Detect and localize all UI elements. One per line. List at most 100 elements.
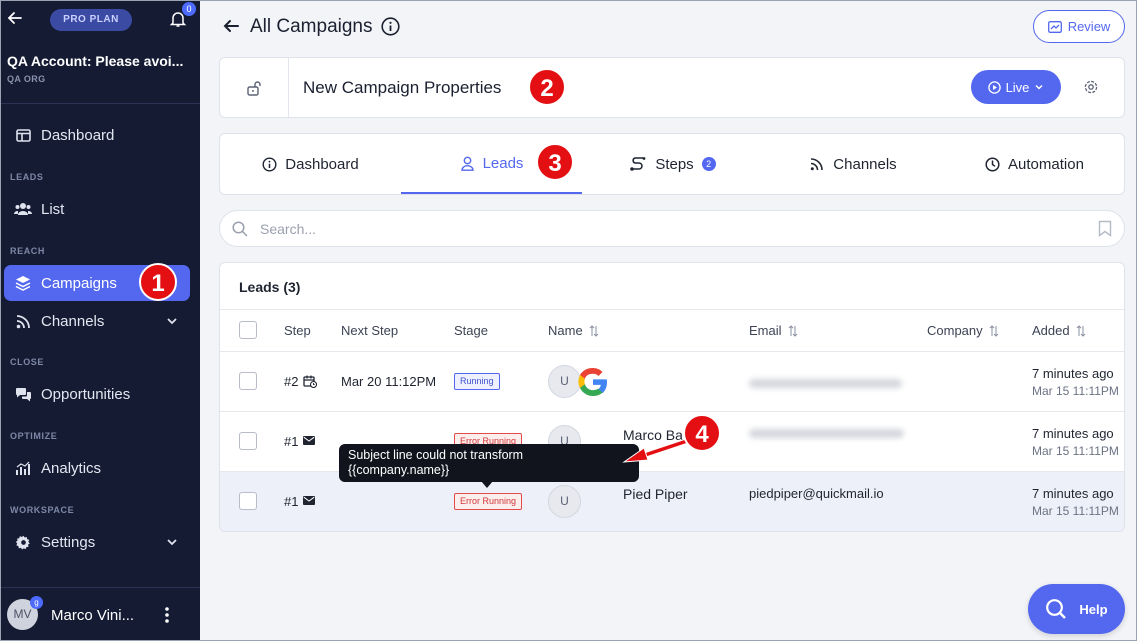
route-icon	[629, 156, 647, 172]
section-label-leads: LEADS	[10, 172, 44, 182]
stage-badge[interactable]: Error Running	[454, 493, 523, 510]
bar-chart-icon	[14, 459, 32, 477]
info-icon[interactable]	[381, 17, 400, 36]
table-header: Step Next Step Stage Name Email Company …	[220, 309, 1124, 352]
sort-icon[interactable]	[589, 324, 599, 337]
sort-icon[interactable]	[788, 324, 798, 337]
select-all-checkbox[interactable]	[239, 321, 257, 339]
sidebar-item-dashboard[interactable]: Dashboard	[4, 117, 190, 153]
sidebar-item-label: Channels	[41, 312, 105, 330]
live-status-button[interactable]: Live	[971, 70, 1061, 104]
campaign-tabs: Dashboard Leads Steps 2 Channels Automat…	[219, 133, 1125, 195]
tab-label: Channels	[833, 155, 897, 173]
back-arrow-icon[interactable]	[222, 17, 240, 35]
sidebar-item-label: Campaigns	[41, 274, 117, 292]
sidebar-item-label: Settings	[41, 533, 96, 551]
help-label: Help	[1079, 601, 1108, 617]
live-label: Live	[1005, 79, 1030, 95]
column-header-added[interactable]: Added	[1032, 323, 1086, 338]
row-checkbox[interactable]	[239, 432, 257, 450]
notification-count-badge: 0	[182, 2, 196, 16]
chat-bubbles-icon	[14, 385, 32, 403]
added-relative: 7 minutes ago	[1032, 486, 1114, 501]
campaign-title[interactable]: New Campaign Properties	[303, 78, 501, 98]
sidebar-item-settings[interactable]: Settings	[4, 524, 190, 560]
column-header-company[interactable]: Company	[927, 323, 999, 338]
user-icon	[460, 156, 475, 171]
step-cell: #1	[284, 434, 299, 449]
steps-count-badge: 2	[701, 157, 716, 171]
sidebar-item-label: List	[41, 200, 65, 218]
page-title: All Campaigns	[250, 16, 373, 37]
table-row[interactable]: #2 Mar 20 11:12PM Running U 7 minutes ag…	[220, 352, 1124, 412]
tab-label: Steps	[655, 155, 694, 173]
tab-channels[interactable]: Channels	[763, 134, 944, 194]
account-name[interactable]: QA Account: Please avoi...	[7, 53, 183, 69]
review-label: Review	[1067, 19, 1111, 34]
lock-toggle[interactable]	[220, 58, 289, 117]
sidebar-item-label: Dashboard	[41, 126, 115, 144]
sidebar-user[interactable]: MV g Marco Vini...	[1, 587, 200, 640]
search-icon	[1046, 599, 1067, 619]
play-circle-icon	[987, 80, 1001, 94]
google-logo-icon	[578, 367, 607, 397]
search-icon	[232, 221, 248, 237]
search-bar	[219, 210, 1125, 247]
sidebar-top: PRO PLAN 0	[1, 1, 200, 37]
chevron-down-icon[interactable]	[166, 315, 178, 327]
bookmark-icon[interactable]	[1098, 220, 1112, 237]
added-relative: 7 minutes ago	[1032, 426, 1114, 441]
tab-automation[interactable]: Automation	[944, 134, 1125, 194]
tab-label: Leads	[482, 154, 524, 172]
gear-icon[interactable]	[1083, 79, 1099, 95]
added-date: Mar 15 11:11PM	[1032, 504, 1119, 518]
info-icon	[262, 156, 277, 172]
added-date: Mar 15 11:11PM	[1032, 384, 1119, 398]
section-label-workspace: WORKSPACE	[10, 505, 75, 515]
kebab-menu-icon[interactable]	[163, 606, 171, 624]
sidebar: PRO PLAN 0 QA Account: Please avoi... QA…	[1, 1, 200, 640]
tab-label: Dashboard	[285, 155, 359, 173]
pro-plan-badge[interactable]: PRO PLAN	[50, 9, 132, 31]
sidebar-item-analytics[interactable]: Analytics	[4, 450, 190, 486]
search-input[interactable]	[260, 219, 1060, 239]
org-name: QA ORG	[7, 74, 46, 84]
error-tooltip: Subject line could not transform {{compa…	[339, 444, 639, 482]
sidebar-item-list[interactable]: List	[4, 191, 190, 227]
tab-steps[interactable]: Steps 2	[582, 134, 763, 194]
sidebar-item-opportunities[interactable]: Opportunities	[4, 376, 190, 412]
annotation-marker-3: 3	[536, 143, 574, 181]
lead-name[interactable]: Pied Piper	[623, 486, 688, 502]
chevron-down-icon[interactable]	[166, 536, 178, 548]
chart-icon	[1047, 20, 1062, 33]
user-name[interactable]: Marco Vini...	[51, 607, 134, 624]
leads-table: Leads (3) Step Next Step Stage Name Emai…	[219, 262, 1125, 532]
chevron-down-icon	[1035, 84, 1043, 90]
step-cell: #2	[284, 374, 299, 389]
back-arrow-icon[interactable]	[7, 9, 23, 27]
row-checkbox[interactable]	[239, 492, 257, 510]
email-redacted	[749, 379, 902, 388]
column-header-email[interactable]: Email	[749, 323, 798, 338]
sort-icon[interactable]	[989, 324, 999, 337]
help-button[interactable]: Help	[1028, 584, 1125, 634]
email-redacted	[749, 429, 904, 438]
tab-dashboard[interactable]: Dashboard	[220, 134, 401, 194]
signal-icon	[810, 157, 825, 172]
review-button[interactable]: Review	[1033, 10, 1125, 43]
lead-avatar: U	[548, 485, 581, 518]
campaign-card: New Campaign Properties Live	[219, 57, 1125, 118]
sidebar-item-channels[interactable]: Channels	[4, 303, 190, 339]
column-header-next-step: Next Step	[341, 323, 399, 338]
stage-badge: Running	[454, 373, 500, 390]
avatar-badge: g	[30, 596, 43, 609]
sidebar-item-label: Opportunities	[41, 385, 131, 403]
row-checkbox[interactable]	[239, 372, 257, 390]
lead-email: piedpiper@quickmail.io	[749, 486, 884, 501]
column-header-name[interactable]: Name	[548, 323, 599, 338]
sort-icon[interactable]	[1076, 324, 1086, 337]
envelope-icon	[303, 436, 315, 445]
tooltip-line: Subject line could not transform	[348, 448, 524, 462]
calendar-clock-icon	[303, 375, 317, 388]
tooltip-pointer	[481, 481, 493, 488]
